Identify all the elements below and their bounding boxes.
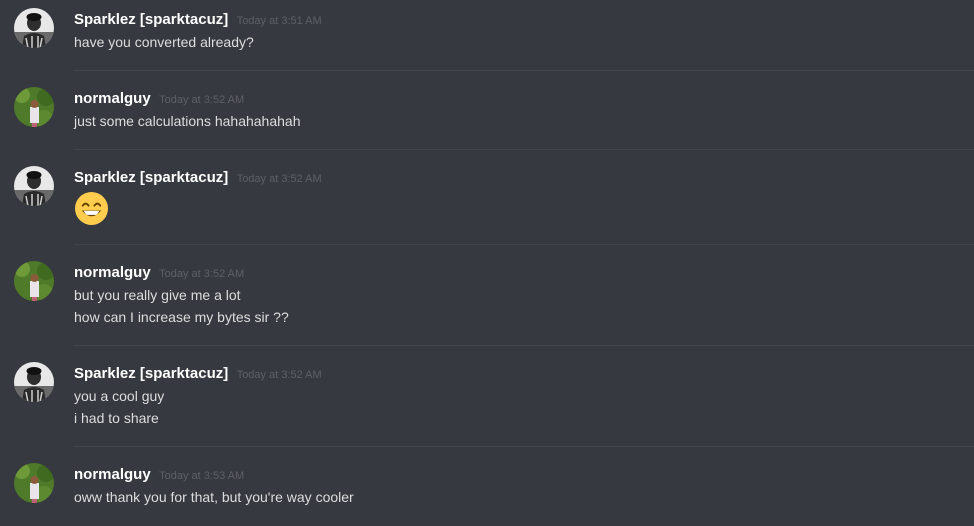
message-header: Sparklez [sparktacuz] Today at 3:52 AM [74,168,322,188]
message-divider [74,244,974,245]
message-text: just some calculations hahahahahah [74,113,301,129]
message-divider [74,149,974,150]
message-header: normalguy Today at 3:52 AM [74,89,244,109]
avatar-sparklez[interactable] [14,8,54,48]
message-text: but you really give me a lot [74,287,241,303]
username[interactable]: Sparklez [sparktacuz] [74,11,228,28]
message-header: Sparklez [sparktacuz] Today at 3:52 AM [74,364,322,384]
avatar-sparklez[interactable] [14,166,54,206]
message-header: normalguy Today at 3:52 AM [74,263,244,283]
sparklez-avatar-icon [14,166,54,206]
message-divider [74,446,974,447]
chat-messages: Sparklez [sparktacuz] Today at 3:51 AM h… [0,0,974,526]
message-text: oww thank you for that, but you're way c… [74,489,354,505]
timestamp[interactable]: Today at 3:52 AM [237,369,322,381]
avatar-sparklez[interactable] [14,362,54,402]
username[interactable]: normalguy [74,264,151,281]
normalguy-avatar-icon [14,463,54,503]
message-text: how can I increase my bytes sir ?? [74,309,289,325]
username[interactable]: normalguy [74,90,151,107]
message-text: i had to share [74,410,159,426]
sparklez-avatar-icon [14,8,54,48]
message-header: Sparklez [sparktacuz] Today at 3:51 AM [74,10,322,30]
timestamp[interactable]: Today at 3:51 AM [237,15,322,27]
message-text: have you converted already? [74,34,254,50]
message-header: normalguy Today at 3:53 AM [74,465,244,485]
message-divider [74,70,974,71]
sparklez-avatar-icon [14,362,54,402]
normalguy-avatar-icon [14,87,54,127]
timestamp[interactable]: Today at 3:52 AM [237,173,322,185]
normalguy-avatar-icon [14,261,54,301]
username[interactable]: normalguy [74,466,151,483]
avatar-normalguy[interactable] [14,261,54,301]
username[interactable]: Sparklez [sparktacuz] [74,365,228,382]
timestamp[interactable]: Today at 3:53 AM [159,470,244,482]
avatar-normalguy[interactable] [14,87,54,127]
username[interactable]: Sparklez [sparktacuz] [74,169,228,186]
timestamp[interactable]: Today at 3:52 AM [159,94,244,106]
message-divider [74,345,974,346]
avatar-normalguy[interactable] [14,463,54,503]
grinning-face-with-smiling-eyes-icon[interactable] [74,191,109,226]
message-text: you a cool guy [74,388,165,404]
timestamp[interactable]: Today at 3:52 AM [159,268,244,280]
